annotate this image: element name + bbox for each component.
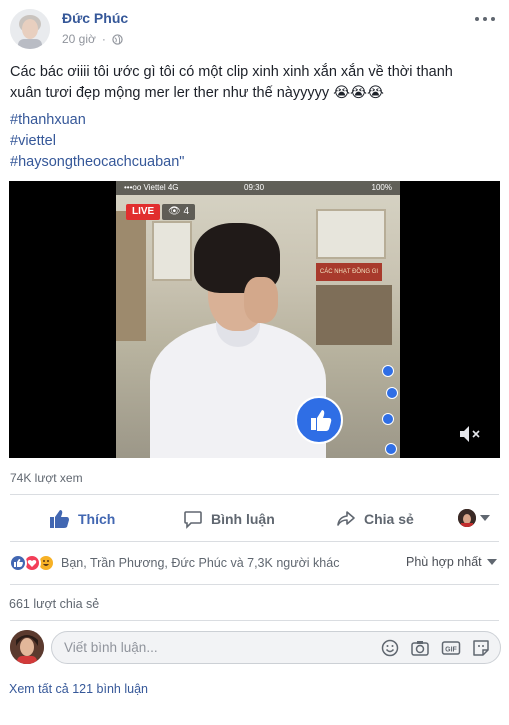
share-label: Chia sẻ xyxy=(364,511,414,527)
reactions-summary[interactable]: Bạn, Trần Phương, Đức Phúc và 7,3K người… xyxy=(9,553,339,573)
reactions-text: Bạn, Trần Phương, Đức Phúc và 7,3K người… xyxy=(61,556,340,570)
post-text-line-1: Các bác ơiiii tôi ước gì tôi có một clip… xyxy=(10,64,453,80)
window-pane xyxy=(152,221,192,281)
gif-icon[interactable]: GIF xyxy=(441,638,461,658)
camera-icon[interactable] xyxy=(410,638,430,658)
comment-sort-dropdown[interactable]: Phù hợp nhất xyxy=(406,555,497,569)
floating-reaction-icon xyxy=(385,443,397,455)
svg-text:GIF: GIF xyxy=(445,647,457,654)
share-button[interactable]: Chia sẻ xyxy=(336,505,414,533)
clock-label: 09:30 xyxy=(244,183,265,192)
post-as-picker[interactable] xyxy=(458,509,490,527)
post-text-line-2: xuân tươi đẹp mộng mer ler ther như thế … xyxy=(10,85,384,101)
like-reaction-icon xyxy=(9,554,27,572)
video-player[interactable]: CÁC NHẠT ĐỒNG GI •••oo Viettel 4G 09:30 … xyxy=(9,181,500,458)
video-frame: CÁC NHẠT ĐỒNG GI •••oo Viettel 4G 09:30 … xyxy=(116,181,400,458)
view-all-comments-link[interactable]: Xem tất cả 121 bình luận xyxy=(9,682,148,696)
person-hand xyxy=(244,277,278,323)
chevron-down-icon xyxy=(480,515,490,521)
floating-reaction-icon xyxy=(382,365,394,377)
viewer-count: 4 xyxy=(183,206,190,217)
eye-icon: 👁 xyxy=(168,206,181,217)
divider xyxy=(10,541,499,542)
comment-label: Bình luận xyxy=(211,511,275,527)
author-avatar[interactable] xyxy=(10,9,50,49)
more-options-icon[interactable] xyxy=(475,12,497,26)
wall-sign: CÁC NHẠT ĐỒNG GI xyxy=(316,263,382,281)
comment-button[interactable]: Bình luận xyxy=(183,505,275,533)
hashtag-link[interactable]: #viettel xyxy=(10,131,184,152)
floating-like-icon xyxy=(295,396,343,444)
wall-board xyxy=(116,211,146,341)
sort-label: Phù hợp nhất xyxy=(406,555,482,569)
battery-label: 100% xyxy=(371,183,392,192)
emoji-icon[interactable] xyxy=(380,638,400,658)
mute-icon[interactable] xyxy=(457,423,483,445)
divider xyxy=(10,620,499,621)
live-badge: LIVE xyxy=(126,204,161,220)
comment-composer: GIF xyxy=(51,631,501,664)
view-count: 74K lượt xem xyxy=(10,471,83,485)
post-header: Đức Phúc 20 giờ · xyxy=(0,0,509,58)
hashtag-list: #thanhxuan #viettel #haysongtheocachcuab… xyxy=(10,110,184,173)
sticker-icon[interactable] xyxy=(471,638,491,658)
share-icon xyxy=(337,511,355,526)
comment-icon xyxy=(184,511,202,529)
carrier-label: •••oo Viettel 4G xyxy=(124,183,179,192)
author-name[interactable]: Đức Phúc xyxy=(62,10,128,26)
wall-board xyxy=(316,285,392,345)
mini-avatar xyxy=(458,509,476,527)
post-meta: 20 giờ · xyxy=(62,32,123,46)
floating-reaction-icon xyxy=(382,413,394,425)
post-time[interactable]: 20 giờ xyxy=(62,32,96,46)
author-avatar-image xyxy=(10,9,50,49)
divider xyxy=(10,494,499,495)
window-pane xyxy=(316,209,386,259)
floating-reaction-icon xyxy=(386,387,398,399)
globe-icon[interactable] xyxy=(112,33,123,45)
commenter-avatar xyxy=(10,630,44,664)
share-count[interactable]: 661 lượt chia sẻ xyxy=(9,597,99,611)
meta-separator: · xyxy=(101,32,106,46)
phone-status-bar: •••oo Viettel 4G 09:30 100% xyxy=(116,181,400,195)
chevron-down-icon xyxy=(486,559,497,565)
like-button[interactable]: Thích xyxy=(48,505,115,533)
hashtag-link[interactable]: #thanhxuan xyxy=(10,110,184,131)
viewer-count-badge: 👁 4 xyxy=(162,204,196,220)
divider xyxy=(10,584,499,585)
like-label: Thích xyxy=(78,511,116,527)
thumbs-up-icon xyxy=(50,510,69,528)
hashtag-link[interactable]: #haysongtheocachcuaban" xyxy=(10,152,184,173)
comment-input[interactable] xyxy=(64,632,364,663)
post-text: Các bác ơiiii tôi ước gì tôi có một clip… xyxy=(10,62,500,104)
